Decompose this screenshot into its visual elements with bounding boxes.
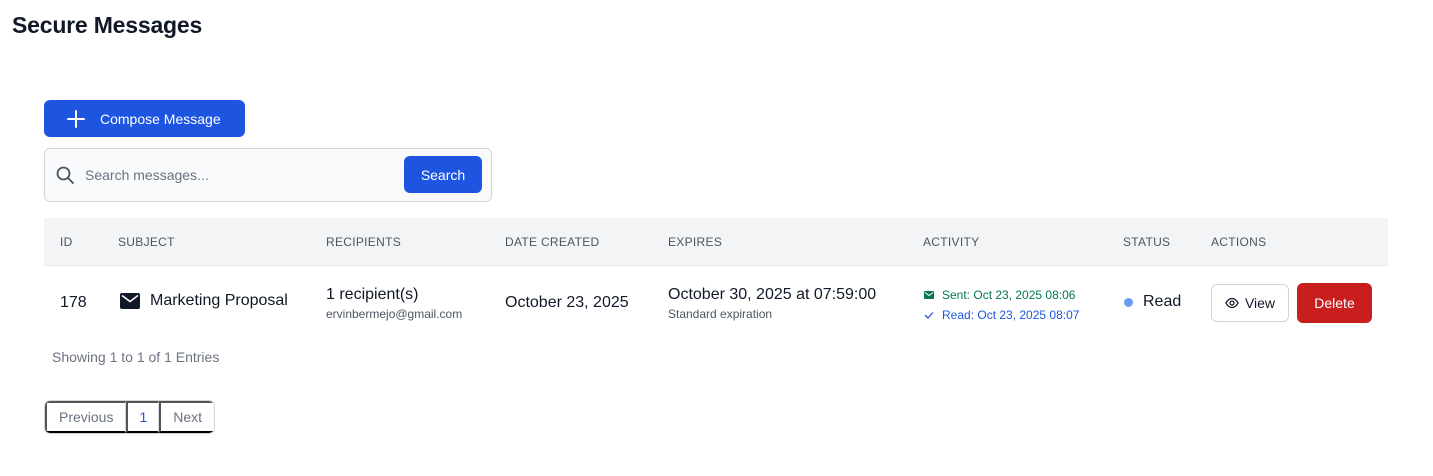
search-icon (56, 166, 74, 184)
entries-summary: Showing 1 to 1 of 1 Entries (52, 349, 220, 365)
pagination-next[interactable]: Next (159, 401, 215, 433)
compose-message-label: Compose Message (100, 110, 221, 127)
pagination: Previous 1 Next (44, 400, 216, 434)
check-icon (924, 312, 934, 319)
search-box: Search (44, 148, 492, 202)
header-activity: ACTIVITY (923, 235, 980, 249)
table-header: ID SUBJECT RECIPIENTS DATE CREATED EXPIR… (44, 218, 1388, 266)
header-date-created: DATE CREATED (505, 235, 600, 249)
pagination-page-1[interactable]: 1 (126, 401, 160, 433)
eye-icon (1225, 297, 1239, 309)
date-created: October 23, 2025 (505, 294, 629, 311)
header-subject: SUBJECT (118, 235, 175, 249)
message-id: 178 (60, 294, 87, 311)
status-text: Read (1143, 293, 1182, 310)
expires-date: October 30, 2025 at 07:59:00 (668, 286, 877, 303)
status-badge: Read (1124, 293, 1181, 311)
sent-text: Sent: Oct 23, 2025 08:06 (942, 288, 1076, 302)
table-row: 178 Marketing Proposal 1 recipient(s) er… (44, 266, 1388, 342)
dot-icon (1124, 297, 1133, 307)
message-subject: Marketing Proposal (120, 292, 288, 310)
header-actions: ACTIONS (1211, 235, 1267, 249)
header-id: ID (60, 235, 73, 249)
header-expires: EXPIRES (668, 235, 723, 249)
activity-read: Read: Oct 23, 2025 08:07 (924, 305, 1079, 325)
recipient-email: ervinbermejo@gmail.com (326, 307, 463, 321)
search-input[interactable] (85, 162, 400, 188)
envelope-icon (120, 293, 140, 309)
messages-table: ID SUBJECT RECIPIENTS DATE CREATED EXPIR… (44, 218, 1388, 342)
plus-icon (67, 109, 85, 128)
message-activity: Sent: Oct 23, 2025 08:06 Read: Oct 23, 2… (924, 285, 1079, 325)
message-expires: October 30, 2025 at 07:59:00 Standard ex… (668, 286, 876, 321)
page-title: Secure Messages (12, 12, 203, 38)
recipient-count: 1 recipient(s) (326, 286, 419, 303)
header-recipients: RECIPIENTS (326, 235, 402, 249)
envelope-small-icon (924, 291, 934, 299)
search-button[interactable]: Search (404, 156, 482, 193)
compose-message-button[interactable]: Compose Message (44, 100, 245, 137)
delete-button[interactable]: Delete (1297, 283, 1372, 323)
pagination-previous[interactable]: Previous (45, 401, 127, 433)
header-status: STATUS (1123, 235, 1171, 249)
read-text: Read: Oct 23, 2025 08:07 (942, 308, 1080, 322)
expiration-type: Standard expiration (668, 307, 773, 321)
message-recipients: 1 recipient(s) ervinbermejo@gmail.com (326, 286, 462, 321)
view-label: View (1244, 295, 1276, 311)
subject-text: Marketing Proposal (150, 292, 288, 309)
view-button[interactable]: View (1211, 284, 1289, 322)
activity-sent: Sent: Oct 23, 2025 08:06 (924, 285, 1079, 305)
